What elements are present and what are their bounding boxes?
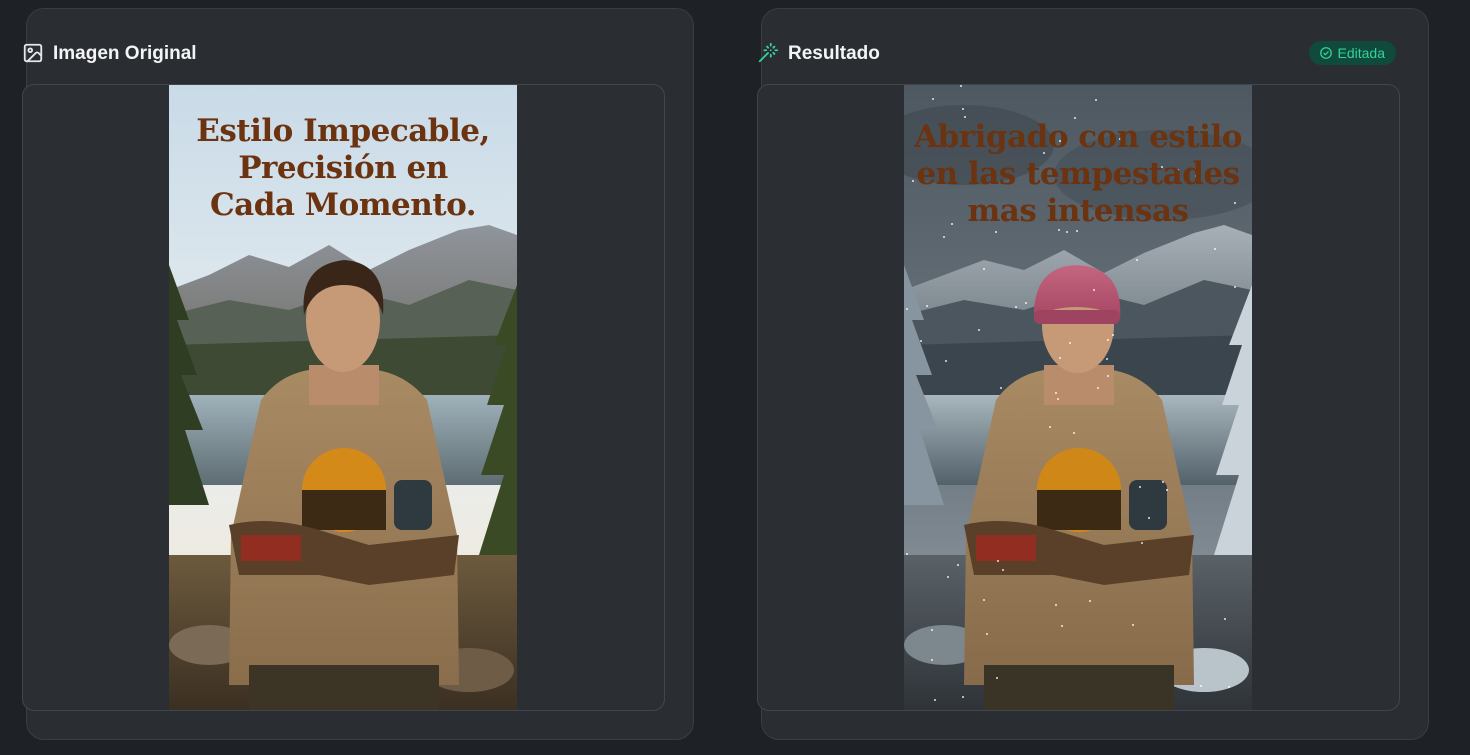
snowflake [1224,618,1226,620]
snowflake [957,564,959,566]
snowflake [983,599,985,601]
snowflake [945,360,947,362]
snowflake [978,329,980,331]
snowflake [1095,99,1097,101]
snowflake [1055,604,1057,606]
result-panel-title: Resultado [788,43,880,64]
snowflake [1200,685,1202,687]
snowflake [1073,432,1075,434]
snowflake [1055,392,1057,394]
snowflake [962,108,964,110]
snowflake [1214,248,1216,250]
snowflake [1228,686,1230,688]
snowflake [1049,426,1051,428]
snowflake [1000,387,1002,389]
edited-status-badge: Editada [1308,41,1396,65]
snowflake [1112,334,1114,336]
snowflake [1097,387,1099,389]
snowflake [962,696,964,698]
result-headline-line: Abrigado con estilo [914,119,1242,155]
snowflake [1093,289,1095,291]
snowflake [1002,569,1004,571]
snowflake [1234,286,1236,288]
snowflake [1015,306,1017,308]
snowflake [920,340,922,342]
snowflake [997,560,999,562]
snowflake [995,231,997,233]
snowflake [931,659,933,661]
original-image-frame: Estilo Impecable, Precisión en Cada Mome… [22,84,665,711]
snowflake [906,308,908,310]
snowflake [983,268,985,270]
result-headline: Abrigado con estilo en las tempestades m… [904,119,1252,230]
original-headline-line: Cada Momento. [209,187,477,223]
check-circle-icon [1319,47,1332,59]
snowflake [1139,486,1141,488]
snowflake [1148,517,1150,519]
snowflake [1089,600,1091,602]
snowflake [986,633,988,635]
snowflake [1107,375,1109,377]
snowflake [1106,358,1108,360]
snowflake [1076,230,1078,232]
badge-label: Editada [1337,45,1385,61]
image-icon [22,42,44,64]
result-headline-line: en las tempestades [916,156,1240,192]
snowflake [934,699,936,701]
snowflake [1107,339,1109,341]
snowflake [1066,231,1068,233]
snowflake [1162,481,1164,483]
snowflake [996,677,998,679]
result-image: Abrigado con estilo en las tempestades m… [904,85,1252,710]
original-headline: Estilo Impecable, Precisión en Cada Mome… [169,113,517,224]
original-panel-title: Imagen Original [53,43,197,64]
snowflake [1141,542,1143,544]
snowflake [1136,259,1138,261]
snowflake [943,236,945,238]
snowflake [1166,489,1168,491]
result-panel-header: Resultado Editada [758,39,1428,69]
snowflake [947,576,949,578]
snowflake [1025,302,1027,304]
snowflake [932,98,934,100]
original-panel-header: Imagen Original [23,39,693,69]
result-headline-line: mas intensas [967,193,1189,229]
result-image-frame: Abrigado con estilo en las tempestades m… [757,84,1400,711]
original-image: Estilo Impecable, Precisión en Cada Mome… [169,85,517,710]
snowflake [906,553,908,555]
original-headline-line: Precisión en [238,150,448,186]
snowflake [926,305,928,307]
snowflake [1061,625,1063,627]
magic-wand-icon [757,42,779,64]
original-image-panel: Imagen Original Estilo Impecable, Precis… [22,8,694,740]
snowflake [1132,624,1134,626]
original-headline-line: Estilo Impecable, [196,113,490,149]
snowflake [1069,342,1071,344]
snowflake [964,116,966,118]
result-panel: Resultado Editada Abrigado con estilo en… [757,8,1429,740]
snowflake [1059,357,1061,359]
snowflake [1057,398,1059,400]
snowflake [960,85,962,87]
snowflake [931,629,933,631]
